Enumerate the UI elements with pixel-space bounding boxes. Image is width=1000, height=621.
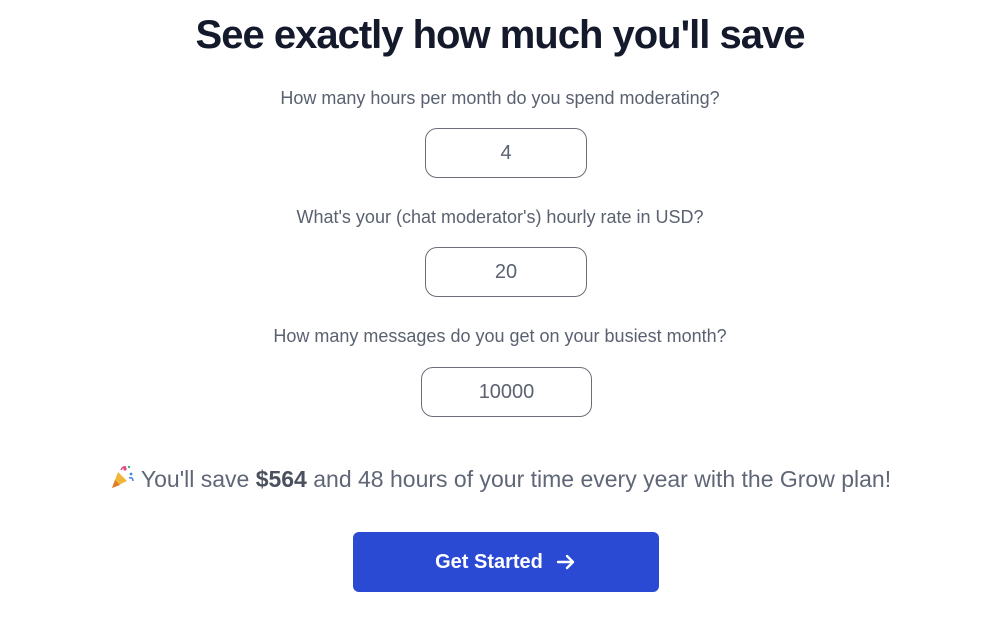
party-popper-icon xyxy=(109,464,135,490)
savings-calculator: See exactly how much you'll save How man… xyxy=(0,0,1000,621)
savings-amount: $564 xyxy=(255,466,307,492)
get-started-button[interactable]: Get Started xyxy=(353,532,659,592)
get-started-label: Get Started xyxy=(435,550,543,573)
messages-input[interactable] xyxy=(421,367,592,417)
rate-input[interactable] xyxy=(425,247,587,297)
arrow-right-icon xyxy=(555,551,577,573)
result-prefix: You'll save xyxy=(140,466,250,492)
hours-input[interactable] xyxy=(425,128,587,178)
result-suffix: and 48 hours of your time every year wit… xyxy=(313,466,892,492)
savings-result: You'll save $564 and 48 hours of your ti… xyxy=(0,463,1000,495)
hours-question-label: How many hours per month do you spend mo… xyxy=(280,88,720,108)
messages-question-label: How many messages do you get on your bus… xyxy=(273,326,727,346)
page-title: See exactly how much you'll save xyxy=(195,13,806,57)
rate-question-label: What's your (chat moderator's) hourly ra… xyxy=(296,207,704,227)
